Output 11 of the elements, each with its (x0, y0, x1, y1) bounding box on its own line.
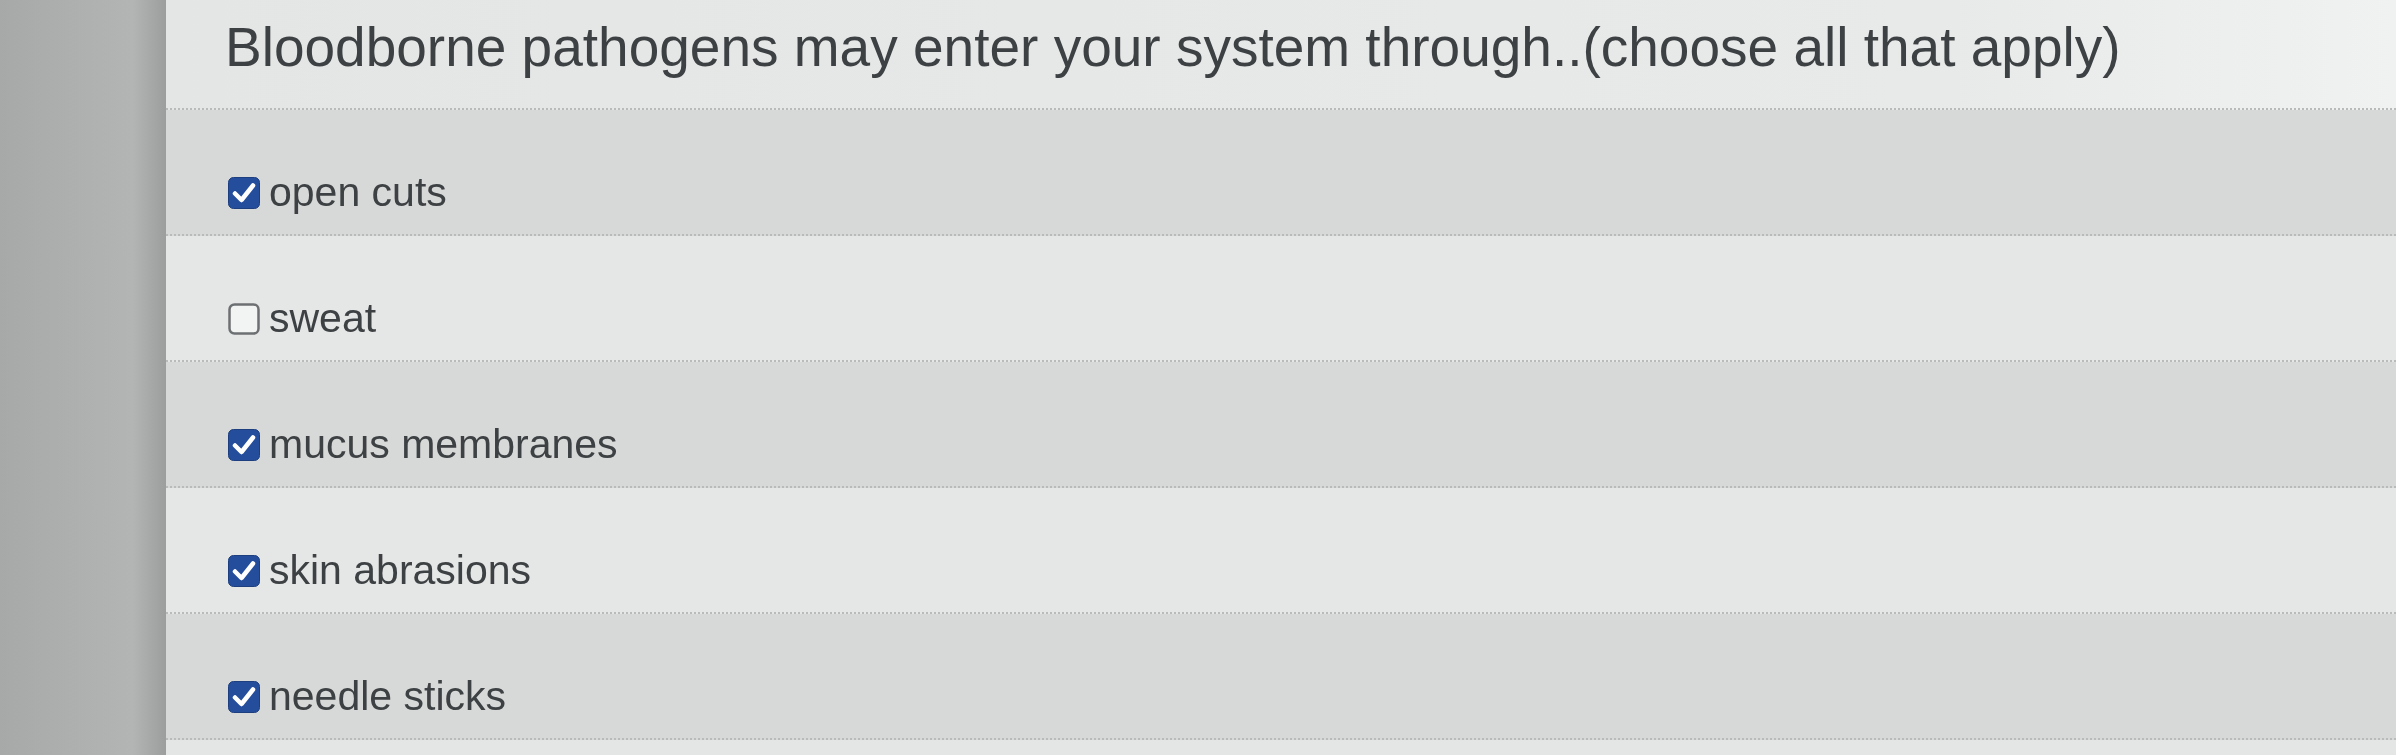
option-label[interactable]: mucus membranes (269, 421, 618, 469)
option-label[interactable]: sweat (269, 295, 377, 343)
checkbox[interactable] (228, 681, 260, 713)
checkbox[interactable] (228, 555, 260, 587)
option-label[interactable]: needle sticks (269, 673, 506, 721)
checkbox[interactable] (228, 303, 260, 335)
checkbox[interactable] (228, 177, 260, 209)
checkbox[interactable] (228, 429, 260, 461)
question-text: Bloodborne pathogens may enter your system through..(choose all that apply) (225, 15, 2122, 80)
option-label[interactable]: open cuts (269, 169, 447, 217)
option-label[interactable]: skin abrasions (269, 547, 532, 595)
